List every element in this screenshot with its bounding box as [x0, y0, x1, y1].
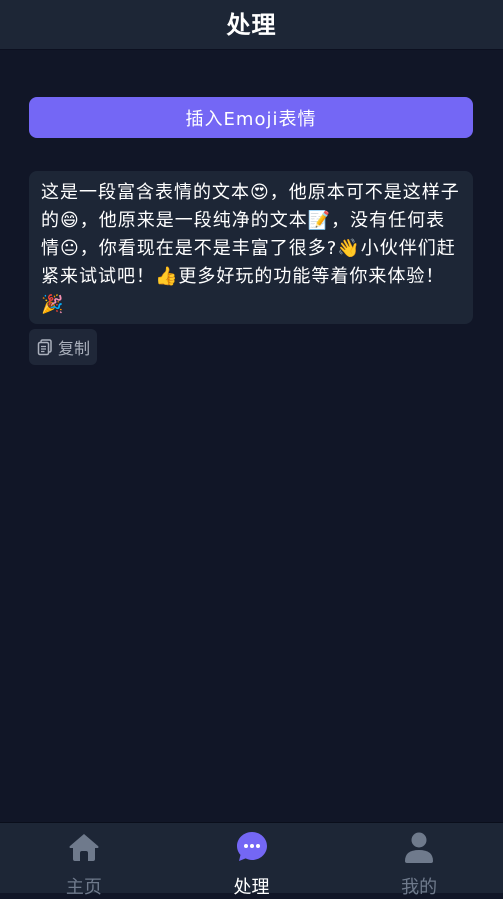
tab-home[interactable]: 主页: [0, 823, 168, 898]
tab-mine[interactable]: 我的: [335, 823, 503, 898]
copy-button-label: 复制: [57, 339, 90, 358]
copy-button[interactable]: 复制: [29, 329, 97, 365]
tab-home-label: 主页: [65, 877, 102, 898]
chat-bubble-icon: [236, 832, 267, 861]
tab-mine-label: 我的: [401, 877, 438, 898]
insert-emoji-button-label: 插入Emoji表情: [185, 108, 317, 130]
page-title: 处理: [226, 11, 277, 39]
emoji-text-content: 这是一段富含表情的文本😍，他原本可不是这样子的😄，他原来是一段纯净的文本📝，没有…: [41, 182, 460, 315]
emoji-text-card: 这是一段富含表情的文本😍，他原本可不是这样子的😄，他原来是一段纯净的文本📝，没有…: [29, 171, 473, 324]
bottom-tab-bar: 主页 处理 我的: [0, 822, 503, 898]
home-icon: [69, 834, 99, 861]
tab-process-label: 处理: [233, 877, 270, 898]
tab-process[interactable]: 处理: [168, 823, 336, 898]
copy-icon: [37, 339, 52, 356]
top-bar: 处理: [0, 0, 503, 50]
user-icon: [405, 832, 434, 863]
insert-emoji-button[interactable]: 插入Emoji表情: [29, 97, 473, 138]
